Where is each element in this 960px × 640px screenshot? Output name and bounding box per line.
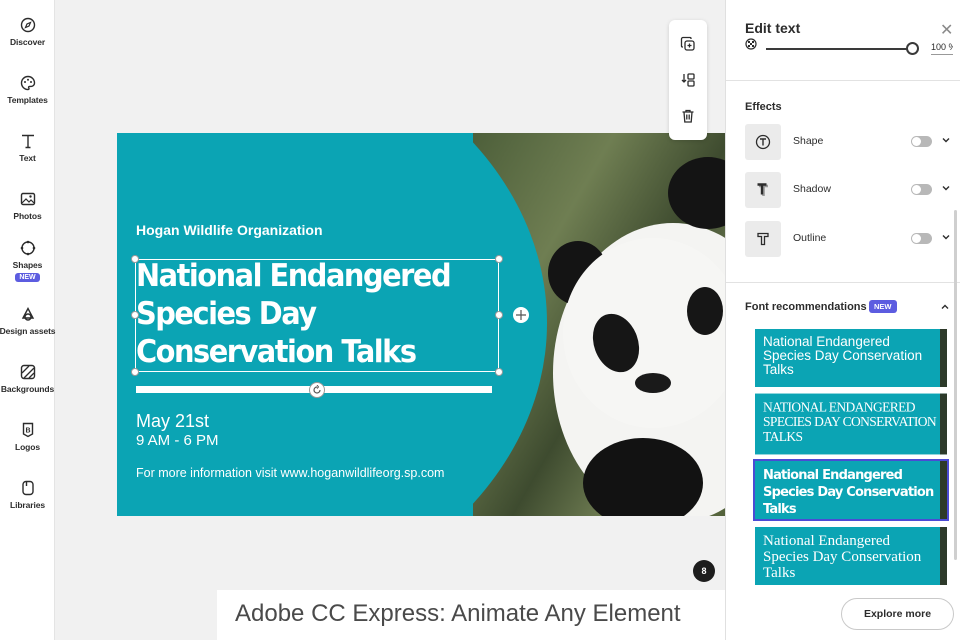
event-date[interactable]: May 21st	[136, 411, 209, 432]
resize-handle-tl[interactable]	[131, 255, 139, 263]
explore-more-button[interactable]: Explore more	[841, 598, 954, 630]
new-badge: NEW	[15, 273, 40, 282]
chevron-down-icon[interactable]	[941, 232, 951, 242]
divider	[726, 282, 960, 283]
page-count-badge[interactable]: 8	[693, 560, 715, 582]
font-card-text: National Endangered Species Day Conserva…	[763, 334, 923, 377]
opacity-slider-track[interactable]	[766, 48, 911, 50]
resize-handle-tr[interactable]	[495, 255, 503, 263]
rail-item-discover[interactable]: Discover	[0, 17, 55, 47]
duplicate-icon[interactable]	[680, 36, 696, 52]
effect-row-outline[interactable]: Outline	[745, 221, 953, 257]
rail-item-libraries[interactable]: Libraries	[0, 480, 55, 510]
rail-label: Backgrounds	[0, 384, 55, 394]
rail-label: Text	[19, 153, 36, 163]
shape-toggle[interactable]	[911, 136, 932, 147]
logo-icon: B	[22, 422, 33, 438]
libraries-icon	[21, 480, 34, 496]
rail-label: Design assets	[0, 326, 56, 336]
panel-title: Edit text	[745, 20, 801, 36]
effects-title: Effects	[745, 101, 782, 113]
resize-handle-bl[interactable]	[131, 368, 139, 376]
arrange-icon[interactable]	[680, 72, 696, 88]
organization-name[interactable]: Hogan Wildlife Organization	[136, 222, 323, 238]
effect-row-shadow[interactable]: Shadow	[745, 172, 953, 208]
rail-label: Logos	[15, 442, 40, 452]
rail-item-templates[interactable]: Templates	[0, 75, 55, 105]
font-card-text: National Endangered Species Day Conserva…	[763, 468, 934, 517]
effect-shape-icon	[745, 124, 781, 160]
image-icon	[20, 192, 35, 206]
font-card-selected[interactable]: National Endangered Species Day Conserva…	[755, 461, 947, 519]
info-text[interactable]: For more information visit www.hoganwild…	[136, 466, 444, 480]
rail-item-text[interactable]: Text	[0, 133, 55, 163]
trash-icon[interactable]	[680, 108, 696, 124]
design-canvas[interactable]: Hogan Wildlife Organization National End…	[117, 133, 725, 516]
rotate-icon	[313, 385, 321, 394]
chevron-down-icon[interactable]	[941, 135, 951, 145]
effect-outline-icon	[745, 221, 781, 257]
rail-item-backgrounds[interactable]: Backgrounds	[0, 364, 55, 394]
divider	[726, 80, 960, 81]
effect-row-shape[interactable]: Shape	[745, 124, 953, 160]
move-handle[interactable]	[513, 307, 529, 323]
resize-handle-right[interactable]	[495, 311, 503, 319]
effect-label: Shadow	[793, 183, 831, 195]
shadow-toggle[interactable]	[911, 184, 932, 195]
rotate-handle[interactable]	[309, 382, 325, 398]
rail-item-logos[interactable]: B Logos	[0, 422, 55, 452]
font-recommendations-title[interactable]: Font recommendations	[745, 301, 867, 313]
event-time[interactable]: 9 AM - 6 PM	[136, 432, 219, 449]
rail-label: Libraries	[9, 500, 45, 510]
floating-toolbar	[669, 20, 707, 140]
effect-label: Outline	[793, 232, 827, 244]
rail-label: Discover	[9, 37, 46, 47]
chevron-up-icon[interactable]	[940, 302, 950, 312]
rail-item-shapes[interactable]: Shapes NEW	[0, 240, 55, 282]
rail-label: Shapes	[12, 260, 43, 270]
opacity-icon	[745, 38, 757, 50]
panel-scrollbar[interactable]	[954, 210, 957, 560]
video-caption: Adobe CC Express: Animate Any Element	[217, 590, 725, 640]
selection-box[interactable]	[135, 259, 499, 372]
rail-label: Photos	[13, 211, 42, 221]
palette-icon	[20, 75, 35, 91]
font-card-text: NATIONAL ENDANGERED SPECIES DAY CONSERVA…	[763, 398, 937, 444]
effect-shadow-icon	[745, 172, 781, 208]
opacity-slider-knob[interactable]	[906, 42, 919, 55]
close-icon[interactable]: ✕	[940, 20, 953, 40]
font-card[interactable]: NATIONAL ENDANGERED SPECIES DAY CONSERVA…	[755, 393, 947, 455]
design-assets-icon	[21, 306, 34, 321]
rail-item-design-assets[interactable]: Design assets	[0, 306, 56, 336]
shapes-icon	[20, 240, 35, 256]
opacity-value-input[interactable]: 100 %	[931, 42, 953, 55]
font-card[interactable]: National Endangered Species Day Conserva…	[755, 527, 947, 585]
edit-text-panel: Edit text ✕ 100 % Effects Shape Shadow O…	[725, 0, 960, 640]
font-card[interactable]: National Endangered Species Day Conserva…	[755, 329, 947, 387]
outline-toggle[interactable]	[911, 233, 932, 244]
new-badge: NEW	[869, 300, 897, 313]
font-card-text: National Endangered Species Day Conserva…	[763, 533, 922, 581]
rail-label: Templates	[7, 95, 48, 105]
move-icon	[516, 310, 526, 320]
resize-handle-left[interactable]	[131, 311, 139, 319]
resize-handle-br[interactable]	[495, 368, 503, 376]
left-rail: Discover Templates Text Photos Shapes NE…	[0, 0, 56, 640]
chevron-down-icon[interactable]	[941, 183, 951, 193]
backgrounds-icon	[20, 364, 35, 380]
rail-item-photos[interactable]: Photos	[0, 191, 55, 221]
compass-icon	[20, 17, 35, 33]
text-icon	[21, 134, 34, 149]
svg-text:B: B	[25, 428, 30, 435]
effect-label: Shape	[793, 135, 824, 147]
